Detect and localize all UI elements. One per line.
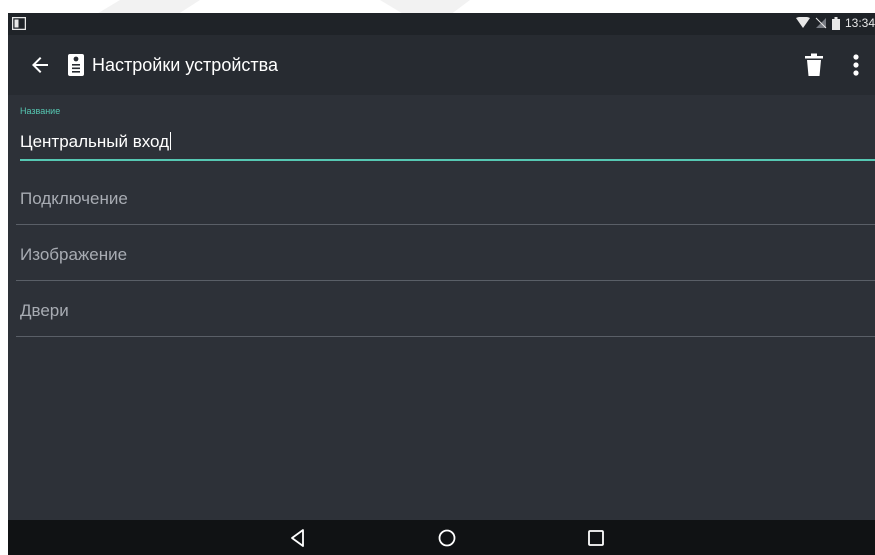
back-arrow-icon[interactable] (28, 53, 52, 77)
menu-item-label: Изображение (20, 245, 128, 264)
system-nav-bar (8, 520, 875, 555)
text-cursor (170, 132, 172, 150)
name-field-label: Название (20, 106, 61, 116)
menu-item-doors[interactable]: Двери (8, 281, 875, 337)
clock-time: 13:34 (844, 16, 875, 30)
home-circle-icon[interactable] (436, 527, 458, 549)
battery-icon (831, 16, 840, 30)
intercom-device-icon (68, 54, 84, 76)
divider (16, 336, 875, 337)
menu-item-connection[interactable]: Подключение (8, 169, 875, 225)
recents-square-icon[interactable] (585, 527, 607, 549)
menu-item-label: Подключение (20, 189, 128, 208)
wifi-icon (795, 17, 810, 28)
no-sim-icon (815, 17, 827, 29)
device-screen: 13:34 Настройки устройства Название Цент… (8, 13, 875, 555)
page-title: Настройки устройства (92, 55, 278, 75)
back-triangle-icon[interactable] (287, 527, 309, 549)
trash-icon[interactable] (803, 53, 825, 77)
name-field-value: Центральный вход (20, 132, 170, 151)
status-icons: 13:34 (795, 16, 875, 30)
settings-content: Название Центральный вход Подключение Из… (8, 95, 875, 520)
status-bar: 13:34 (8, 13, 875, 35)
more-vert-icon[interactable] (846, 53, 866, 77)
menu-item-label: Двери (20, 301, 69, 320)
name-field-input[interactable]: Центральный вход (20, 132, 172, 152)
name-field-underline (20, 159, 875, 161)
notification-icon (12, 17, 26, 30)
app-bar: Настройки устройства (8, 35, 875, 95)
menu-item-image[interactable]: Изображение (8, 225, 875, 281)
